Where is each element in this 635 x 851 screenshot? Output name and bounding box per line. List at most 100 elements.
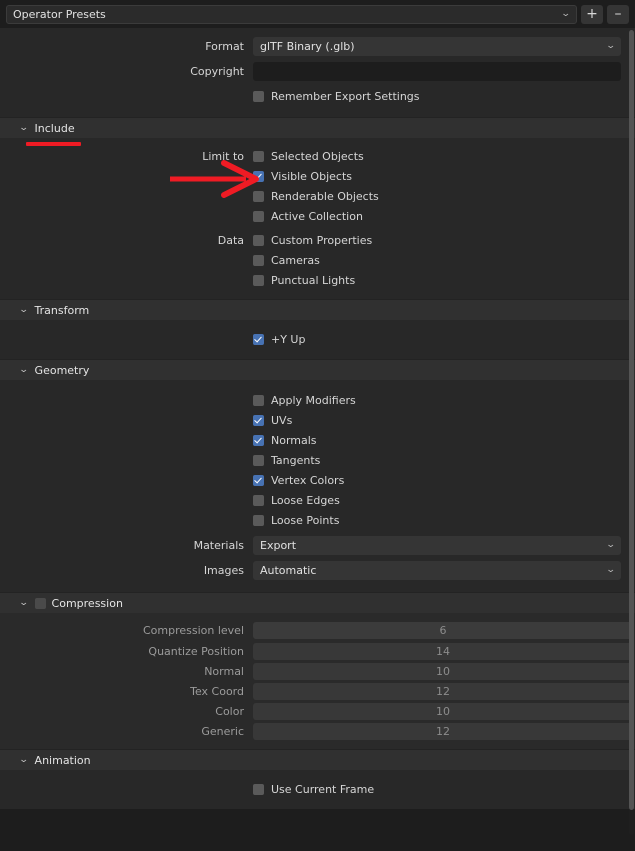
limit-to-renderable-objects-row: Renderable Objects (0, 186, 635, 206)
custom-properties-label: Custom Properties (271, 233, 373, 247)
loose-edges-label: Loose Edges (271, 493, 340, 507)
normal-value: 10 (436, 664, 450, 678)
apply-modifiers-label: Apply Modifiers (271, 393, 356, 407)
checkbox-icon (253, 190, 264, 202)
loose-points-label: Loose Points (271, 513, 340, 527)
loose-points-row: Loose Points (0, 510, 635, 530)
format-row: Format glTF Binary (.glb) ⌄ (0, 34, 635, 59)
format-value: glTF Binary (.glb) (260, 40, 355, 53)
loose-points-checkbox[interactable]: Loose Points (253, 514, 339, 527)
panel-scrollbar[interactable] (629, 30, 634, 835)
generic-slider[interactable]: 12 (253, 722, 633, 740)
limit-to-label: Limit to (202, 149, 244, 163)
section-body-transform: +Y Up (0, 320, 635, 359)
compression-level-slider[interactable]: 6 (253, 622, 633, 639)
remember-export-settings-checkbox[interactable]: Remember Export Settings (253, 90, 420, 103)
vertex-colors-checkbox[interactable]: Vertex Colors (253, 474, 344, 487)
compression-level-row: Compression level 6 (0, 620, 635, 641)
section-header-geometry[interactable]: ⌄ Geometry (0, 359, 635, 380)
tex-coord-slider[interactable]: 12 (253, 682, 633, 700)
copyright-input[interactable] (253, 62, 621, 81)
operator-presets-value: Operator Presets (13, 7, 106, 21)
compression-enable-checkbox[interactable] (34, 597, 46, 609)
data-cameras-row: Cameras (0, 250, 635, 270)
color-value: 10 (436, 704, 450, 718)
checkbox-icon (253, 494, 264, 506)
loose-edges-checkbox[interactable]: Loose Edges (253, 494, 340, 507)
renderable-objects-checkbox[interactable]: Renderable Objects (253, 190, 379, 203)
y-up-checkbox[interactable]: +Y Up (253, 333, 305, 346)
custom-properties-checkbox[interactable]: Custom Properties (253, 234, 372, 247)
uvs-checkbox[interactable]: UVs (253, 414, 292, 427)
chevron-down-icon: ⌄ (606, 565, 617, 575)
data-label: Data (217, 233, 244, 247)
data-custom-properties-row: Data Custom Properties (0, 230, 635, 250)
checkbox-checked-icon (253, 474, 264, 486)
color-slider[interactable]: 10 (253, 702, 633, 720)
section-header-include[interactable]: ⌄ Include (0, 117, 635, 138)
normals-checkbox[interactable]: Normals (253, 434, 317, 447)
generic-label: Generic (201, 724, 244, 738)
use-current-frame-checkbox[interactable]: Use Current Frame (253, 783, 374, 796)
images-dropdown[interactable]: Automatic ⌄ (253, 561, 621, 580)
images-value: Automatic (260, 564, 317, 577)
section-title-compression: Compression (51, 596, 123, 610)
scrollbar-thumb[interactable] (629, 30, 634, 810)
minus-icon: – (614, 6, 622, 22)
checkbox-icon (253, 394, 264, 406)
punctual-lights-checkbox[interactable]: Punctual Lights (253, 274, 355, 287)
copyright-row: Copyright (0, 59, 635, 84)
format-label: Format (205, 40, 244, 53)
apply-modifiers-checkbox[interactable]: Apply Modifiers (253, 394, 356, 407)
checkbox-icon (253, 91, 264, 102)
quantize-position-slider[interactable]: 14 (253, 642, 633, 660)
materials-dropdown[interactable]: Export ⌄ (253, 536, 621, 555)
tex-coord-label: Tex Coord (190, 684, 244, 698)
uvs-label: UVs (271, 413, 293, 427)
quantize-position-value: 14 (436, 644, 450, 658)
section-title-include: Include (34, 121, 75, 135)
section-title-transform: Transform (34, 303, 90, 317)
checkbox-checked-icon (253, 333, 264, 345)
normals-row: Normals (0, 430, 635, 450)
checkbox-icon (253, 210, 264, 222)
section-header-compression[interactable]: ⌄ Compression (0, 592, 635, 613)
cameras-checkbox[interactable]: Cameras (253, 254, 320, 267)
tangents-label: Tangents (271, 453, 321, 467)
format-dropdown[interactable]: glTF Binary (.glb) ⌄ (253, 37, 621, 56)
loose-edges-row: Loose Edges (0, 490, 635, 510)
punctual-lights-label: Punctual Lights (271, 273, 356, 287)
y-up-label: +Y Up (271, 332, 306, 346)
top-fields-group: Format glTF Binary (.glb) ⌄ Copyright Re… (0, 28, 635, 117)
selected-objects-checkbox[interactable]: Selected Objects (253, 150, 364, 163)
section-header-transform[interactable]: ⌄ Transform (0, 299, 635, 320)
cameras-label: Cameras (271, 253, 320, 267)
tangents-checkbox[interactable]: Tangents (253, 454, 320, 467)
normal-label: Normal (204, 664, 244, 678)
normals-label: Normals (271, 433, 317, 447)
visible-objects-checkbox[interactable]: Visible Objects (253, 170, 352, 183)
checkbox-icon (253, 514, 264, 526)
color-label: Color (215, 704, 244, 718)
section-header-animation[interactable]: ⌄ Animation (0, 749, 635, 770)
chevron-down-icon: ⌄ (561, 8, 572, 19)
section-body-geometry: Apply Modifiers UVs Normals Tangents Ver… (0, 380, 635, 592)
add-preset-button[interactable]: + (581, 4, 603, 24)
active-collection-checkbox[interactable]: Active Collection (253, 210, 363, 223)
remove-preset-button[interactable]: – (607, 4, 629, 24)
data-punctual-lights-row: Punctual Lights (0, 270, 635, 290)
quantize-position-label: Quantize Position (148, 644, 244, 658)
use-current-frame-row: Use Current Frame (0, 779, 635, 799)
normal-slider[interactable]: 10 (253, 662, 633, 680)
compression-level-label: Compression level (142, 624, 244, 637)
section-title-animation: Animation (34, 753, 91, 767)
quantize-position-row: Quantize Position 14 (0, 641, 635, 661)
section-body-include: Limit to Selected Objects Visible Object… (0, 138, 635, 299)
normal-row: Normal 10 (0, 661, 635, 681)
operator-presets-dropdown[interactable]: Operator Presets ⌄ (6, 4, 577, 24)
tex-coord-value: 12 (436, 684, 450, 698)
chevron-down-icon: ⌄ (18, 123, 29, 133)
vertex-colors-row: Vertex Colors (0, 470, 635, 490)
images-label: Images (203, 564, 244, 577)
visible-objects-label: Visible Objects (271, 169, 352, 183)
